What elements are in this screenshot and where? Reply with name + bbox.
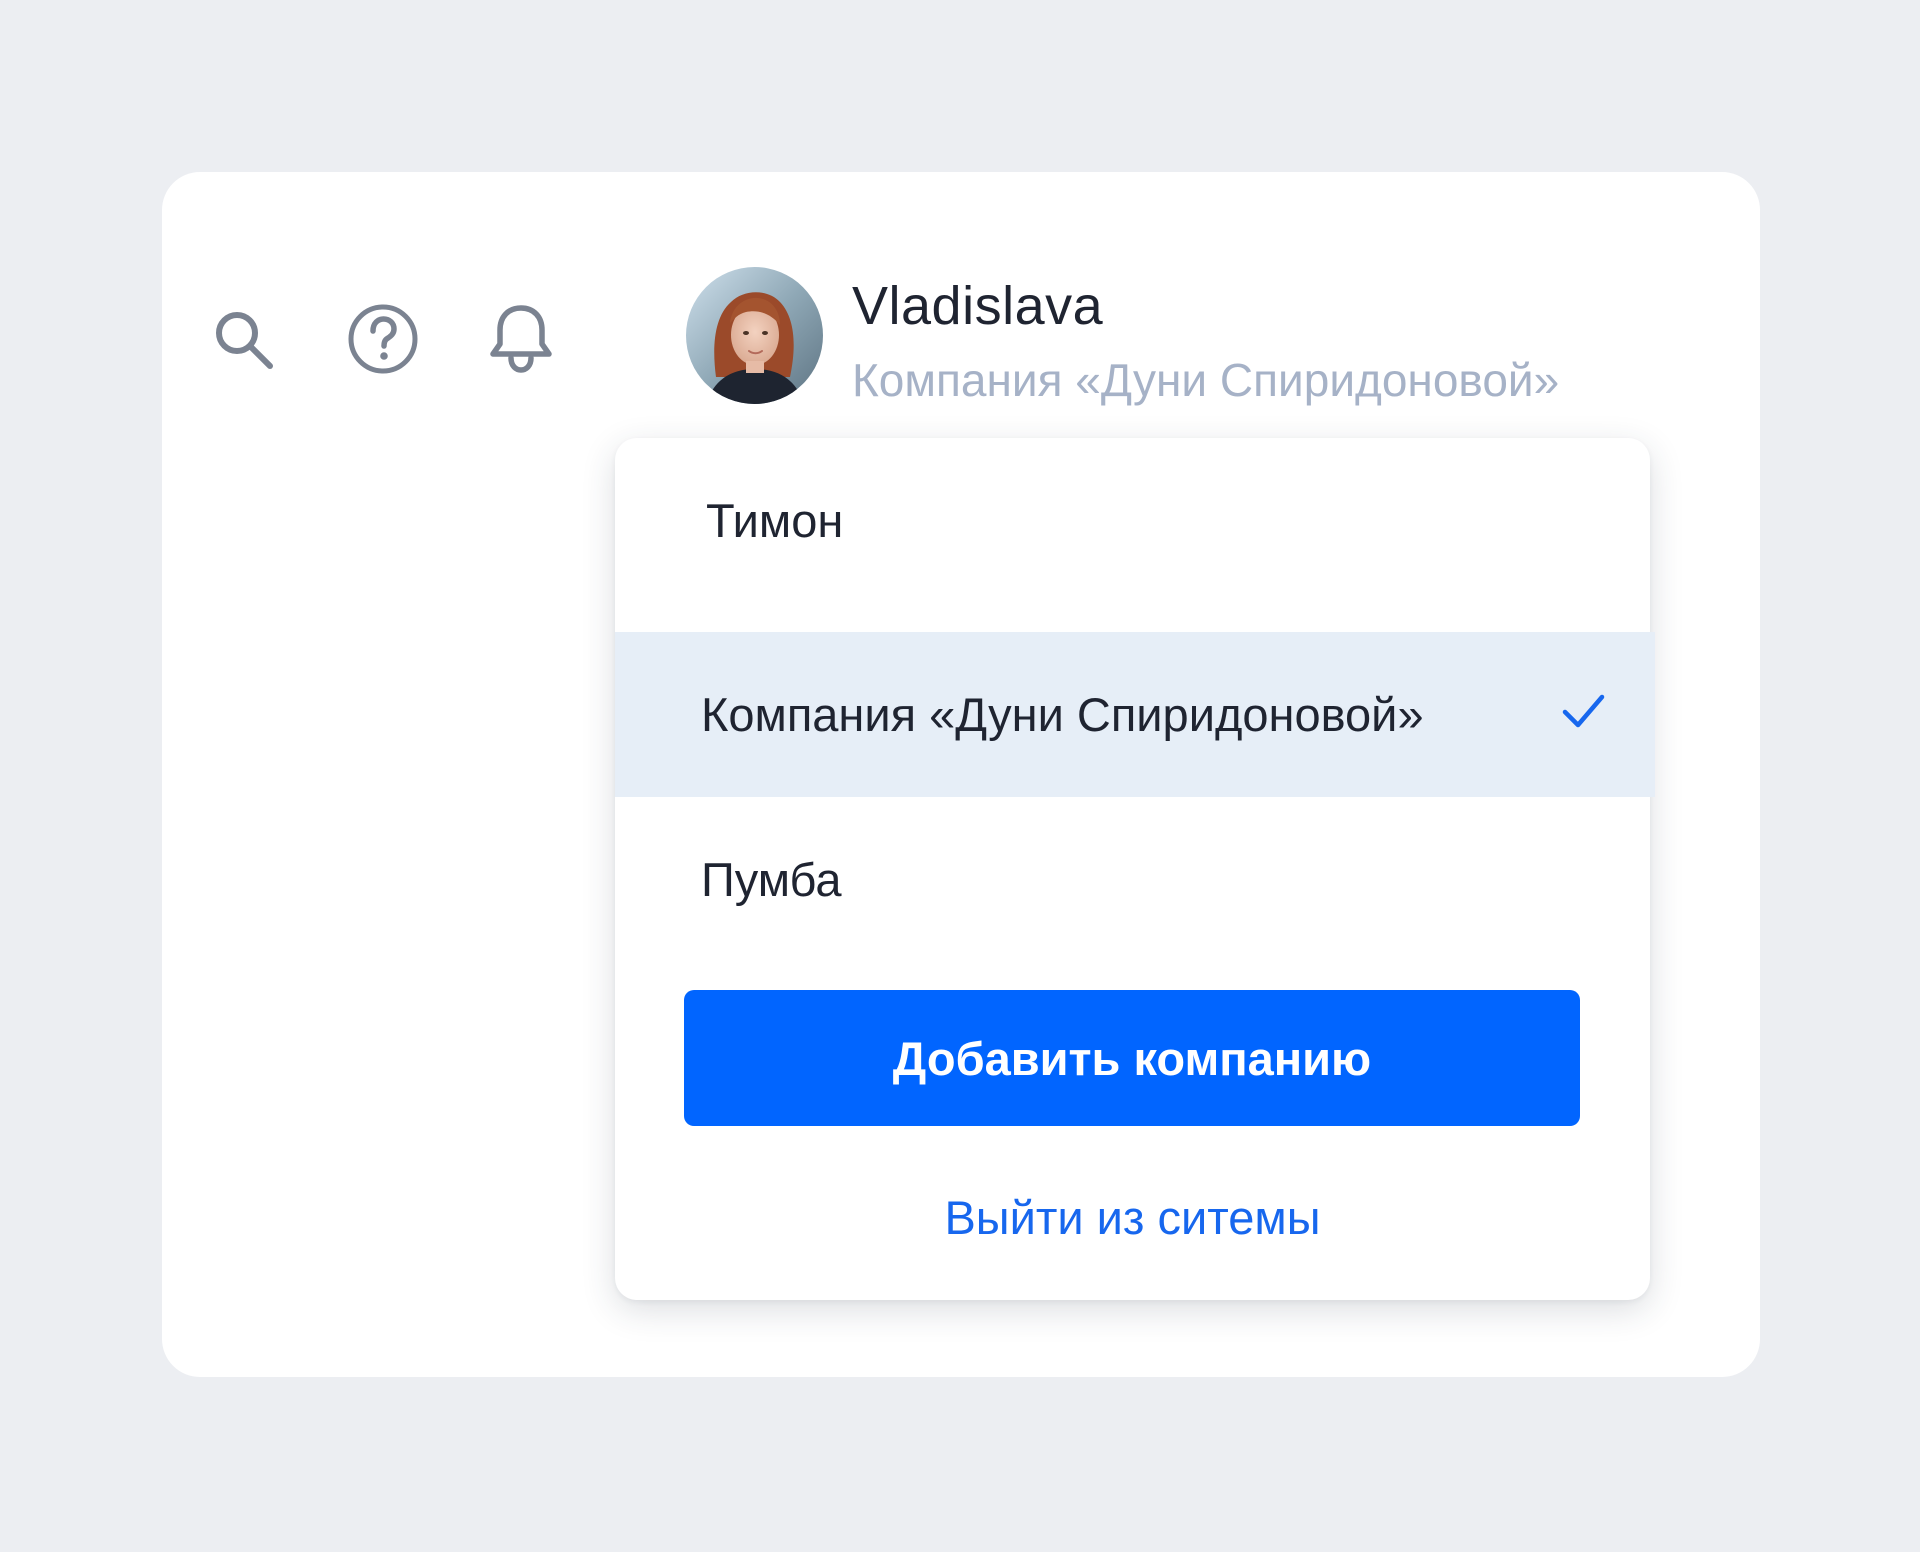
current-company[interactable]: Компания «Дуни Спиридоновой» [852, 352, 1559, 408]
avatar[interactable] [686, 267, 823, 404]
company-dropdown: Тимон Компания «Дуни Спиридоновой» Пумба… [615, 438, 1655, 1300]
company-option-label: Пумба [701, 853, 842, 906]
company-option-timon[interactable]: Тимон [615, 438, 1655, 603]
company-option-label: Тимон [706, 494, 844, 547]
company-option-duni-spiridonova[interactable]: Компания «Дуни Спиридоновой» [615, 632, 1655, 797]
company-option-label: Компания «Дуни Спиридоновой» [701, 688, 1424, 741]
company-option-pumba[interactable]: Пумба [615, 797, 1655, 962]
user-name[interactable]: Vladislava [852, 272, 1103, 340]
add-company-button[interactable]: Добавить компанию [684, 990, 1580, 1126]
checkmark-icon [1559, 688, 1607, 736]
search-icon[interactable] [212, 308, 276, 372]
logout-link[interactable]: Выйти из ситемы [615, 1188, 1650, 1248]
bell-icon[interactable] [488, 302, 554, 374]
help-icon[interactable] [347, 303, 419, 375]
